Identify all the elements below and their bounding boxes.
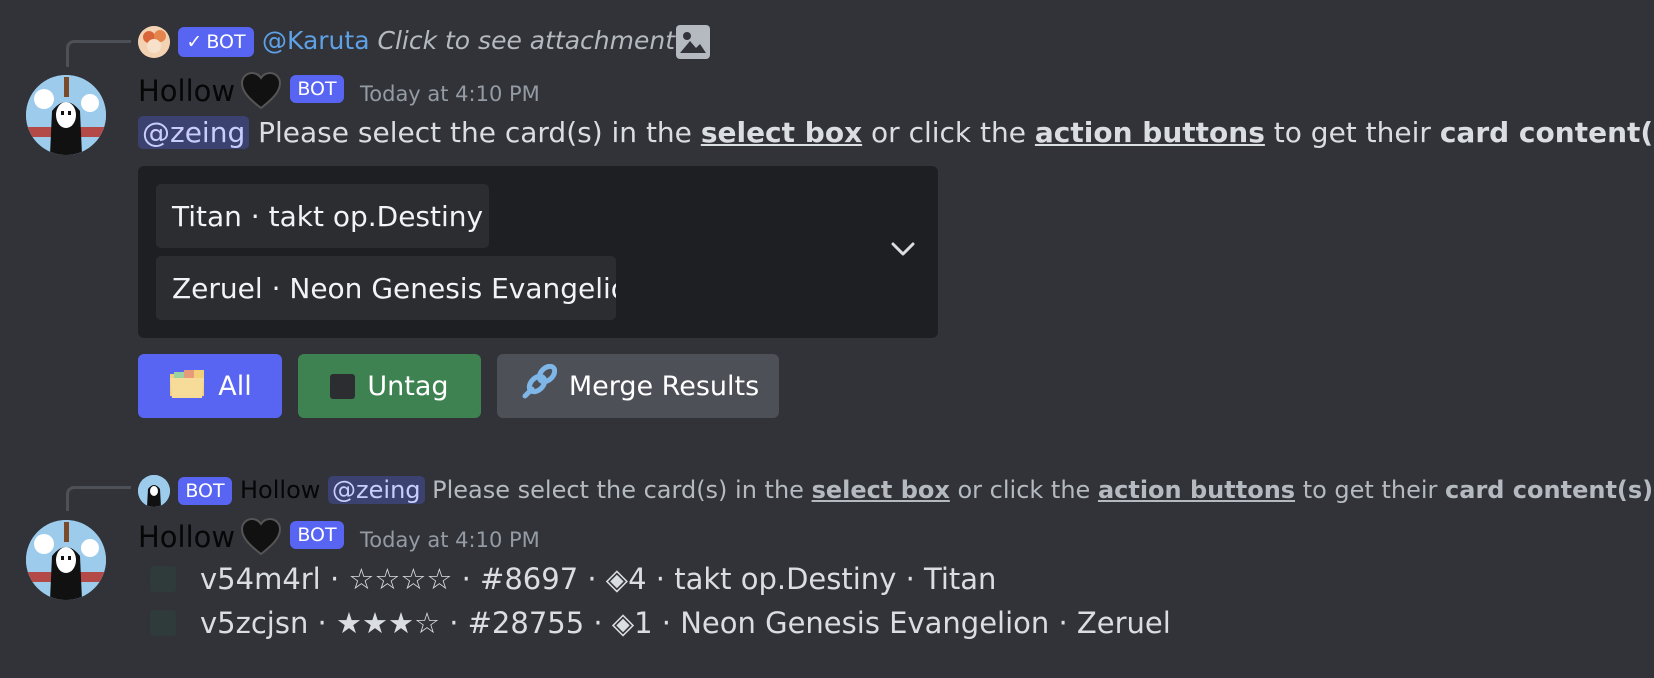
hollow-mini-avatar[interactable] [138, 475, 170, 507]
card-select-box[interactable]: Titan · takt op.Destiny Zeruel · Neon Ge… [138, 166, 938, 338]
attachment-text[interactable]: Click to see attachment [377, 26, 675, 55]
karuta-avatar[interactable] [138, 26, 170, 58]
hollow-avatar[interactable] [26, 520, 106, 600]
select-box-link[interactable]: select box [701, 116, 862, 149]
username[interactable]: Hollow [138, 520, 235, 554]
black-heart-icon [240, 517, 282, 562]
bot-tag: ✓ BOT [178, 27, 254, 57]
timestamp[interactable]: Today at 4:10 PM [360, 528, 540, 552]
reply1-content[interactable]: @Karuta Click to see attachment [262, 26, 675, 55]
bot-tag: BOT [178, 477, 232, 505]
bot-tag: BOT [290, 521, 344, 549]
untag-button[interactable]: Untag [298, 354, 481, 418]
chain-link-icon [517, 363, 557, 409]
card-color-square [150, 566, 176, 592]
action-buttons-link[interactable]: action buttons [1035, 116, 1265, 149]
reply2-content[interactable]: Hollow @zeing Please select the card(s) … [240, 476, 1654, 504]
chevron-down-icon[interactable] [890, 240, 916, 262]
folder-icon [168, 366, 206, 407]
card-color-square [150, 610, 176, 636]
reply-connector [66, 486, 131, 511]
selected-option[interactable]: Zeruel · Neon Genesis Evangelion [156, 256, 616, 320]
check-icon: ✓ [186, 31, 203, 53]
selected-option[interactable]: Titan · takt op.Destiny [156, 184, 489, 248]
reply-username[interactable]: Hollow [240, 476, 320, 504]
card-result-line: v5zcjsn · ★★★☆ · #28755 · ◈1 · Neon Gene… [150, 606, 1171, 640]
black-heart-icon [240, 71, 282, 116]
mention[interactable]: @zeing [138, 116, 250, 149]
message-content: @zeing Please select the card(s) in the … [138, 116, 1654, 149]
reply-connector [66, 40, 131, 67]
merge-results-button[interactable]: Merge Results [497, 354, 779, 418]
mention[interactable]: @Karuta [262, 26, 370, 55]
username[interactable]: Hollow [138, 74, 235, 108]
timestamp[interactable]: Today at 4:10 PM [360, 82, 540, 106]
card-result-line: v54m4rl · ☆☆☆☆ · #8697 · ◈4 · takt op.De… [150, 562, 996, 596]
hollow-avatar[interactable] [26, 75, 106, 155]
bot-tag: BOT [290, 75, 344, 103]
mention[interactable]: @zeing [328, 476, 425, 504]
all-button[interactable]: All [138, 354, 282, 418]
black-square-icon [330, 373, 356, 399]
image-icon[interactable] [676, 25, 710, 59]
